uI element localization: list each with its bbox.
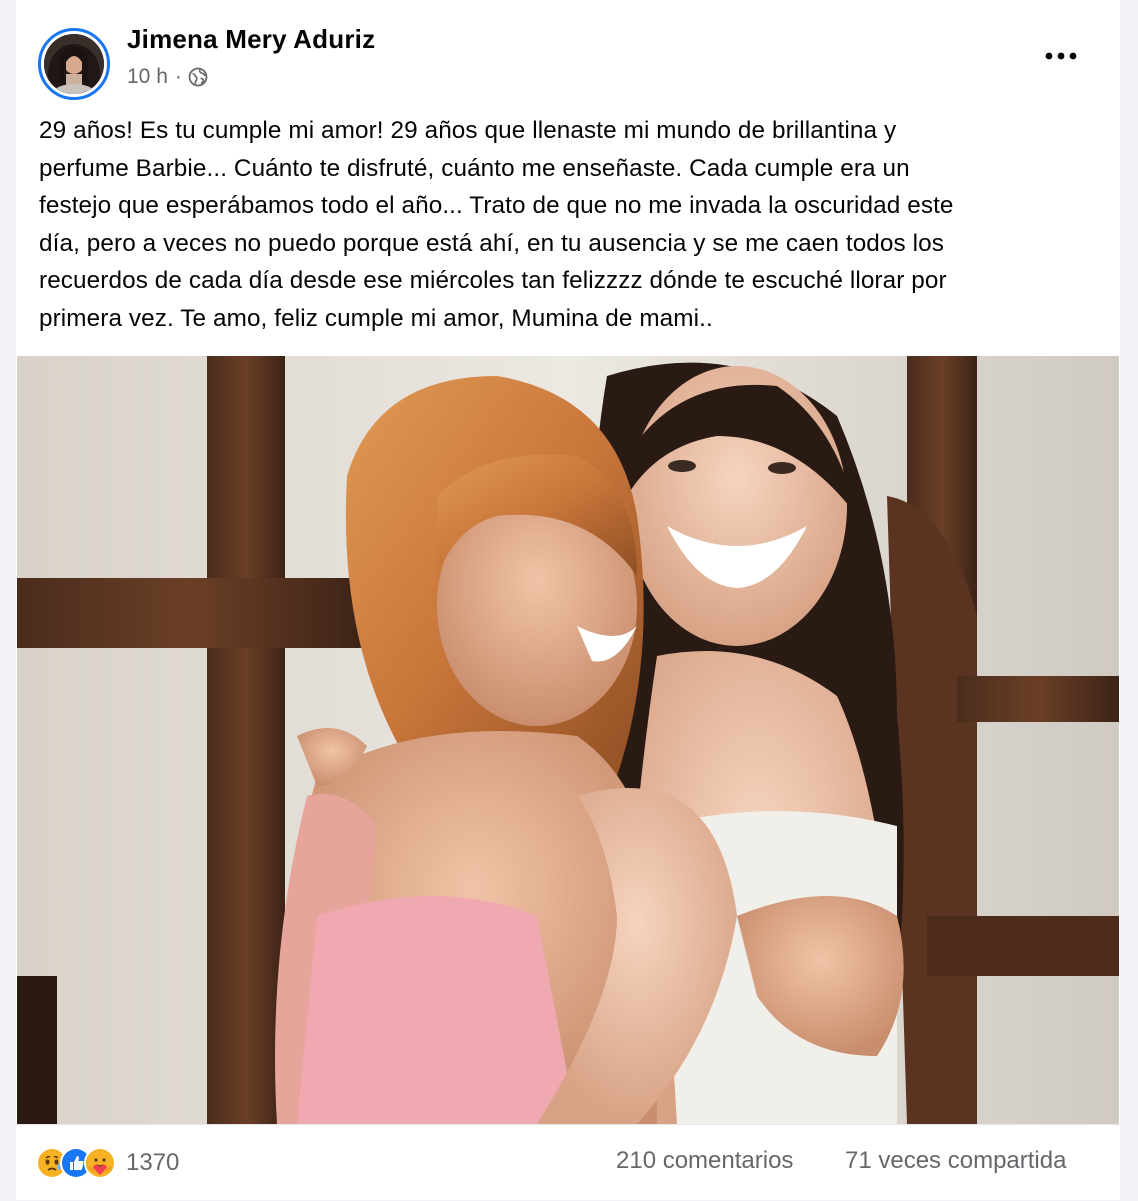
post-photo[interactable] (17, 356, 1119, 1124)
post-text-line: festejo que esperábamos todo el año... T… (39, 192, 954, 220)
post-text-line: 29 años! Es tu cumple mi amor! 29 años q… (39, 117, 897, 144)
post-timestamp[interactable]: 10 h (127, 65, 168, 89)
post-meta: 10 h · (127, 64, 208, 90)
avatar-photo (44, 34, 104, 94)
post-footer: 1370 210 comentarios 71 veces compartida (16, 1124, 1120, 1201)
author-name[interactable]: Jimena Mery Aduriz (127, 24, 375, 55)
more-options-icon (1045, 52, 1077, 60)
reaction-count: 1370 (126, 1149, 180, 1176)
post-text-line: perfume Barbie... Cuánto te disfruté, cu… (39, 154, 910, 182)
reactions-summary[interactable]: 1370 (36, 1145, 179, 1181)
post-text-line: primera vez. Te amo, feliz cumple mi amo… (39, 304, 713, 332)
comments-count-link[interactable]: 210 comentarios (616, 1147, 793, 1175)
avatar[interactable] (38, 28, 110, 100)
post-card: Jimena Mery Aduriz 10 h · 29 años! Es tu… (16, 0, 1120, 1200)
post-message: 29 años! Es tu cumple mi amor! 29 años q… (39, 112, 1103, 338)
shares-count-link[interactable]: 71 veces compartida (845, 1147, 1066, 1175)
meta-separator: · (174, 65, 182, 88)
care-reaction-icon (84, 1147, 116, 1179)
post-text-line: recuerdos de cada día desde ese miércole… (39, 267, 947, 295)
more-options-button[interactable] (1039, 38, 1083, 74)
post-text-line: día, pero a veces no puedo porque está a… (39, 229, 944, 257)
post-header: Jimena Mery Aduriz 10 h · (16, 0, 1120, 110)
globe-icon[interactable] (188, 67, 208, 87)
